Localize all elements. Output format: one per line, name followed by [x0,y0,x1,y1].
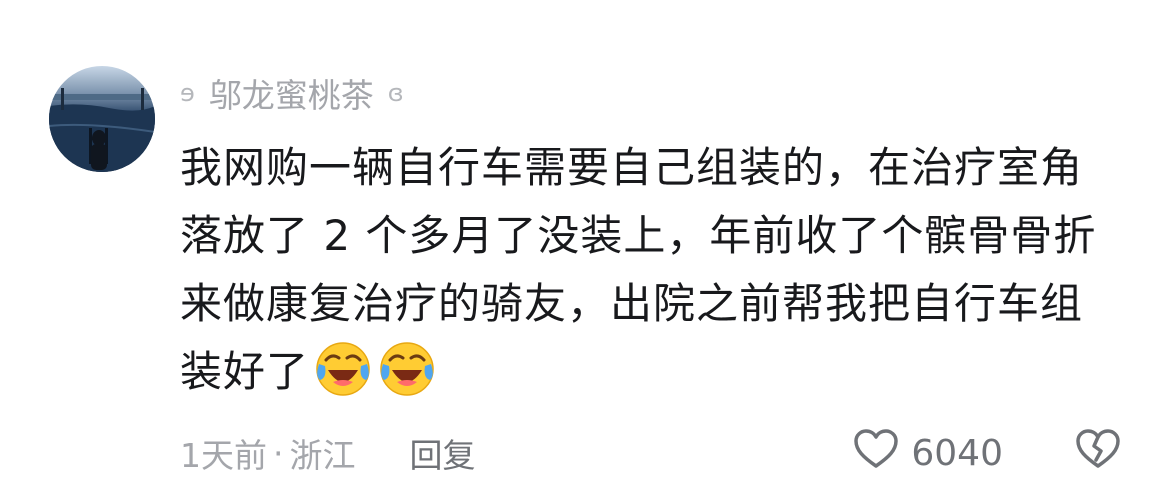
comment-line: 落放了 2 个多月了没装上，年前收了个髌骨骨折 [180,211,1097,260]
username-right-decoration-icon: ɞ [387,79,404,107]
dislike-button[interactable] [1075,428,1121,479]
heart-outline-icon [853,428,899,479]
username[interactable]: 邬龙蜜桃茶 [209,69,374,117]
comment-meta: 1天前 · 浙江 回复 [180,428,476,478]
like-button[interactable]: 6040 [853,428,1003,479]
like-count: 6040 [911,432,1003,474]
comment-line-last: 装好了 [180,338,1120,406]
comment-time: 1天前 [180,436,267,475]
laugh-cry-emoji-icon [377,338,437,398]
username-left-decoration-icon: ɘ [180,79,195,107]
comment-location: 浙江 [289,436,356,475]
meta-separator: · [273,433,284,473]
broken-heart-outline-icon [1075,428,1121,479]
comment-line-text: 装好了 [180,347,310,396]
laugh-cry-emoji-icon [313,338,373,398]
comment-text: 我网购一辆自行车需要自己组装的，在治疗室角 落放了 2 个多月了没装上，年前收了… [180,134,1120,406]
comment-line: 来做康复治疗的骑友，出院之前帮我把自行车组 [180,279,1084,328]
comment-header: ɘ 邬龙蜜桃茶 ɞ [180,68,404,118]
comment-actions: 6040 [853,426,1121,480]
reply-button[interactable]: 回复 [410,429,476,477]
comment-line: 我网购一辆自行车需要自己组装的，在治疗室角 [180,143,1084,192]
user-avatar[interactable] [49,66,155,172]
